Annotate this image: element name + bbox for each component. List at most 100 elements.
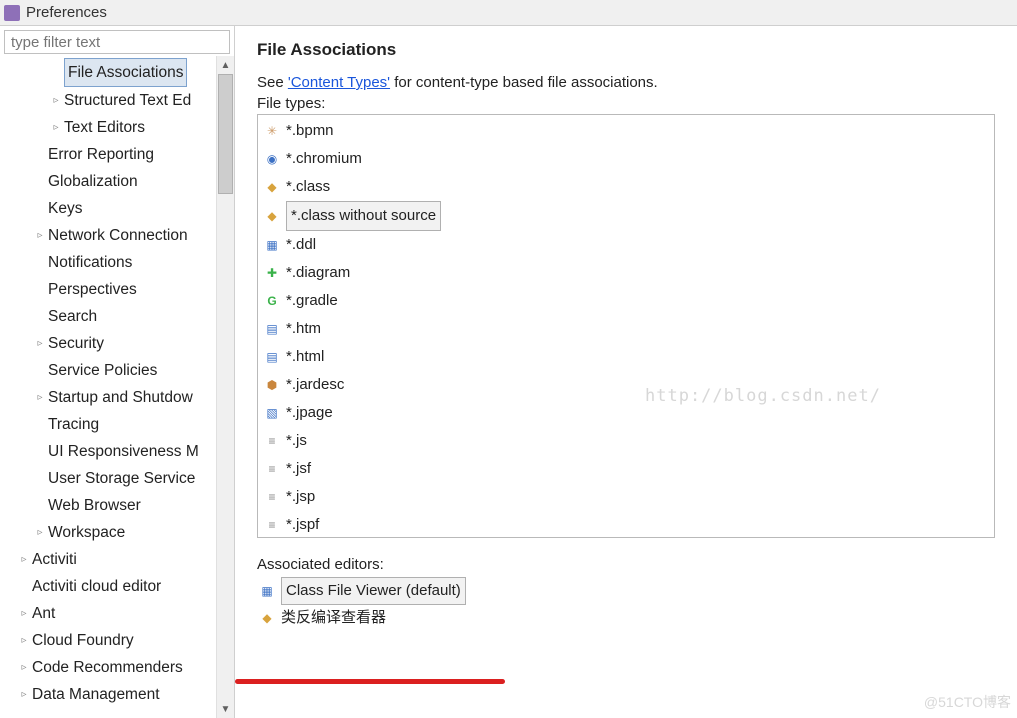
content-types-link[interactable]: 'Content Types' xyxy=(288,74,390,91)
scroll-up-icon[interactable]: ▲ xyxy=(217,56,234,74)
file-type-row[interactable]: ◆ *.class without source xyxy=(258,201,994,231)
tree-node-label: Error Reporting xyxy=(48,141,154,168)
tree-node[interactable]: Web Browser xyxy=(0,492,216,519)
expand-icon[interactable]: ▹ xyxy=(34,330,46,357)
tree-node[interactable]: Perspectives xyxy=(0,276,216,303)
file-type-row[interactable]: ≡ *.jsf xyxy=(258,455,994,483)
file-icon: ≡ xyxy=(264,517,280,533)
content-area: File Associations See 'Content Types' fo… xyxy=(235,26,1017,718)
desc-prefix: See xyxy=(257,74,288,91)
file-type-row[interactable]: ✳*.bpmn xyxy=(258,117,994,145)
file-type-row[interactable]: ✚*.diagram xyxy=(258,259,994,287)
tree-node[interactable]: Service Policies xyxy=(0,357,216,384)
file-type-row[interactable]: ◆*.class xyxy=(258,173,994,201)
file-type-row[interactable]: ≡ *.jspf xyxy=(258,511,994,538)
tree-node[interactable]: Activiti cloud editor xyxy=(0,573,216,600)
expand-icon[interactable]: ▹ xyxy=(18,654,30,681)
tree-node[interactable]: ▹Ant xyxy=(0,600,216,627)
tree-node-label: Perspectives xyxy=(48,276,137,303)
file-icon: ▤ xyxy=(264,321,280,337)
file-icon: ▦ xyxy=(264,237,280,253)
editor-row[interactable]: ◆类反编译查看器 xyxy=(257,605,995,631)
tree-scrollbar[interactable]: ▲ ▼ xyxy=(216,56,234,718)
tree-node-label: Keys xyxy=(48,195,82,222)
file-type-row[interactable]: ≡ *.jsp xyxy=(258,483,994,511)
file-type-label: *.jspf xyxy=(286,511,319,538)
file-icon: G xyxy=(264,293,280,309)
sidebar: File Associations▹Structured Text Ed▹Tex… xyxy=(0,26,235,718)
file-icon: ◆ xyxy=(264,208,280,224)
tree-node-label: Network Connection xyxy=(48,222,188,249)
file-type-row[interactable]: ◉*.chromium xyxy=(258,145,994,173)
file-type-label: *.js xyxy=(286,427,307,455)
tree-node-label: File Associations xyxy=(64,58,187,87)
file-type-row[interactable]: ⬢*.jardesc xyxy=(258,371,994,399)
scroll-thumb[interactable] xyxy=(218,74,233,194)
tree-node[interactable]: ▹Network Connection xyxy=(0,222,216,249)
expand-icon[interactable]: ▹ xyxy=(18,627,30,654)
preferences-tree[interactable]: File Associations▹Structured Text Ed▹Tex… xyxy=(0,56,216,718)
file-type-label: *.class without source xyxy=(286,201,441,231)
filter-input[interactable] xyxy=(4,30,230,54)
file-types-list[interactable]: ✳*.bpmn◉*.chromium◆*.class◆*.class witho… xyxy=(257,114,995,538)
tree-node[interactable]: ▹Cloud Foundry xyxy=(0,627,216,654)
tree-node[interactable]: ▹Startup and Shutdow xyxy=(0,384,216,411)
tree-node-label: Security xyxy=(48,330,104,357)
editor-row[interactable]: ▦Class File Viewer (default) xyxy=(257,577,995,605)
tree-node-label: Code Recommenders xyxy=(32,654,183,681)
file-type-label: *.gradle xyxy=(286,287,338,315)
file-icon: ◆ xyxy=(264,179,280,195)
expand-icon[interactable]: ▹ xyxy=(34,384,46,411)
file-type-row[interactable]: G *.gradle xyxy=(258,287,994,315)
file-icon: ≡ xyxy=(264,461,280,477)
tree-node[interactable]: Globalization xyxy=(0,168,216,195)
expand-icon[interactable]: ▹ xyxy=(18,546,30,573)
tree-node-label: Tracing xyxy=(48,411,99,438)
page-title: File Associations xyxy=(257,40,995,60)
tree-node[interactable]: Notifications xyxy=(0,249,216,276)
tree-node[interactable]: ▹Data Management xyxy=(0,681,216,708)
tree-node[interactable]: ▹Activiti xyxy=(0,546,216,573)
expand-icon[interactable]: ▹ xyxy=(18,600,30,627)
tree-node[interactable]: ▹Text Editors xyxy=(0,114,216,141)
tree-node[interactable]: UI Responsiveness M xyxy=(0,438,216,465)
file-type-row[interactable]: ▤*.html xyxy=(258,343,994,371)
tree-node-label: Workspace xyxy=(48,519,125,546)
file-icon: ▧ xyxy=(264,405,280,421)
tree-node[interactable]: Keys xyxy=(0,195,216,222)
file-type-label: *.chromium xyxy=(286,145,362,173)
scroll-down-icon[interactable]: ▼ xyxy=(217,700,234,718)
tree-node[interactable]: User Storage Service xyxy=(0,465,216,492)
tree-node[interactable]: ▹Structured Text Ed xyxy=(0,87,216,114)
tree-node-label: Search xyxy=(48,303,97,330)
file-type-label: *.jsf xyxy=(286,455,311,483)
file-icon: ▤ xyxy=(264,349,280,365)
app-icon xyxy=(4,5,20,21)
expand-icon[interactable]: ▹ xyxy=(50,114,62,141)
tree-node[interactable]: ▹Workspace xyxy=(0,519,216,546)
tree-node[interactable]: ▹Code Recommenders xyxy=(0,654,216,681)
page-description: See 'Content Types' for content-type bas… xyxy=(257,74,995,91)
file-types-label: File types: xyxy=(257,95,995,112)
expand-icon[interactable]: ▹ xyxy=(18,681,30,708)
tree-node[interactable]: Tracing xyxy=(0,411,216,438)
tree-node[interactable]: ▹Security xyxy=(0,330,216,357)
main-layout: File Associations▹Structured Text Ed▹Tex… xyxy=(0,26,1017,718)
expand-icon[interactable]: ▹ xyxy=(34,519,46,546)
expand-icon[interactable]: ▹ xyxy=(34,222,46,249)
tree-node[interactable]: File Associations xyxy=(0,58,216,87)
file-type-label: *.jpage xyxy=(286,399,333,427)
file-type-row[interactable]: ▦*.ddl xyxy=(258,231,994,259)
expand-icon[interactable]: ▹ xyxy=(50,87,62,114)
tree-node[interactable]: Error Reporting xyxy=(0,141,216,168)
associated-editors-list[interactable]: ▦Class File Viewer (default)◆类反编译查看器 xyxy=(257,575,995,633)
file-type-label: *.htm xyxy=(286,315,321,343)
file-type-row[interactable]: ≡ *.js xyxy=(258,427,994,455)
file-type-label: *.jsp xyxy=(286,483,315,511)
file-icon: ≡ xyxy=(264,433,280,449)
file-icon: ≡ xyxy=(264,489,280,505)
file-type-row[interactable]: ▧ *.jpage xyxy=(258,399,994,427)
editor-icon: ▦ xyxy=(259,583,275,599)
tree-node[interactable]: Search xyxy=(0,303,216,330)
file-type-row[interactable]: ▤ *.htm xyxy=(258,315,994,343)
